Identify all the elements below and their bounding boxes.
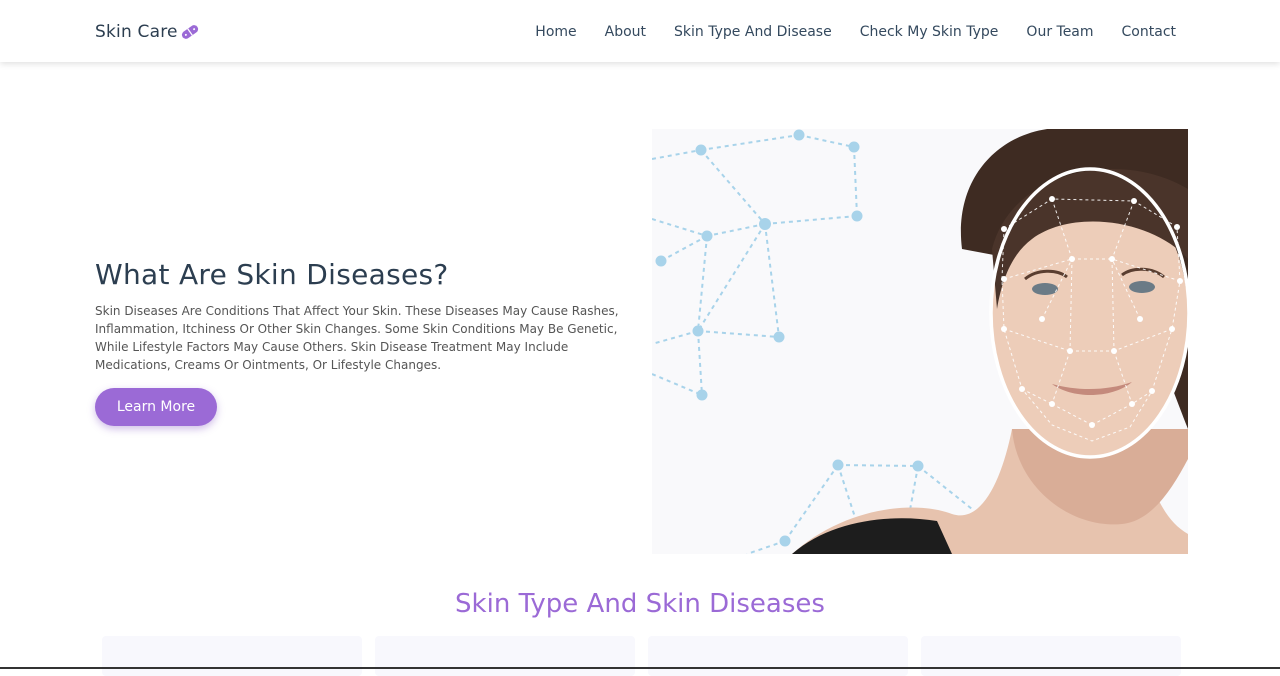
nav-about[interactable]: About	[605, 24, 646, 40]
hero-face-scan-image	[652, 129, 1188, 554]
navbar: Skin Care Home About Skin Type And Disea…	[0, 0, 1280, 62]
skin-type-card[interactable]	[921, 636, 1181, 676]
nav-home[interactable]: Home	[535, 24, 576, 40]
nav-skin-type-and-disease[interactable]: Skin Type And Disease	[674, 24, 832, 40]
nav-check-my-skin-type[interactable]: Check My Skin Type	[860, 24, 999, 40]
section-title: Skin Type And Skin Diseases	[455, 589, 825, 619]
skin-type-card[interactable]	[102, 636, 362, 676]
hero-title: What Are Skin Diseases?	[95, 258, 449, 291]
hero-description: Skin Diseases Are Conditions That Affect…	[95, 304, 619, 372]
brand-logo[interactable]: Skin Care	[95, 22, 201, 42]
brand-name: Skin Care	[95, 22, 178, 42]
skin-type-card[interactable]	[648, 636, 908, 676]
hero-text: What Are Skin Diseases? Skin Diseases Ar…	[95, 258, 635, 426]
face-scan-illustration	[652, 129, 1188, 554]
nav-our-team[interactable]: Our Team	[1026, 24, 1093, 40]
nav-contact[interactable]: Contact	[1122, 24, 1176, 40]
skin-type-card[interactable]	[375, 636, 635, 676]
nav-links: Home About Skin Type And Disease Check M…	[507, 24, 1176, 40]
learn-more-button[interactable]: Learn More	[95, 388, 217, 426]
pill-icon	[181, 25, 198, 39]
